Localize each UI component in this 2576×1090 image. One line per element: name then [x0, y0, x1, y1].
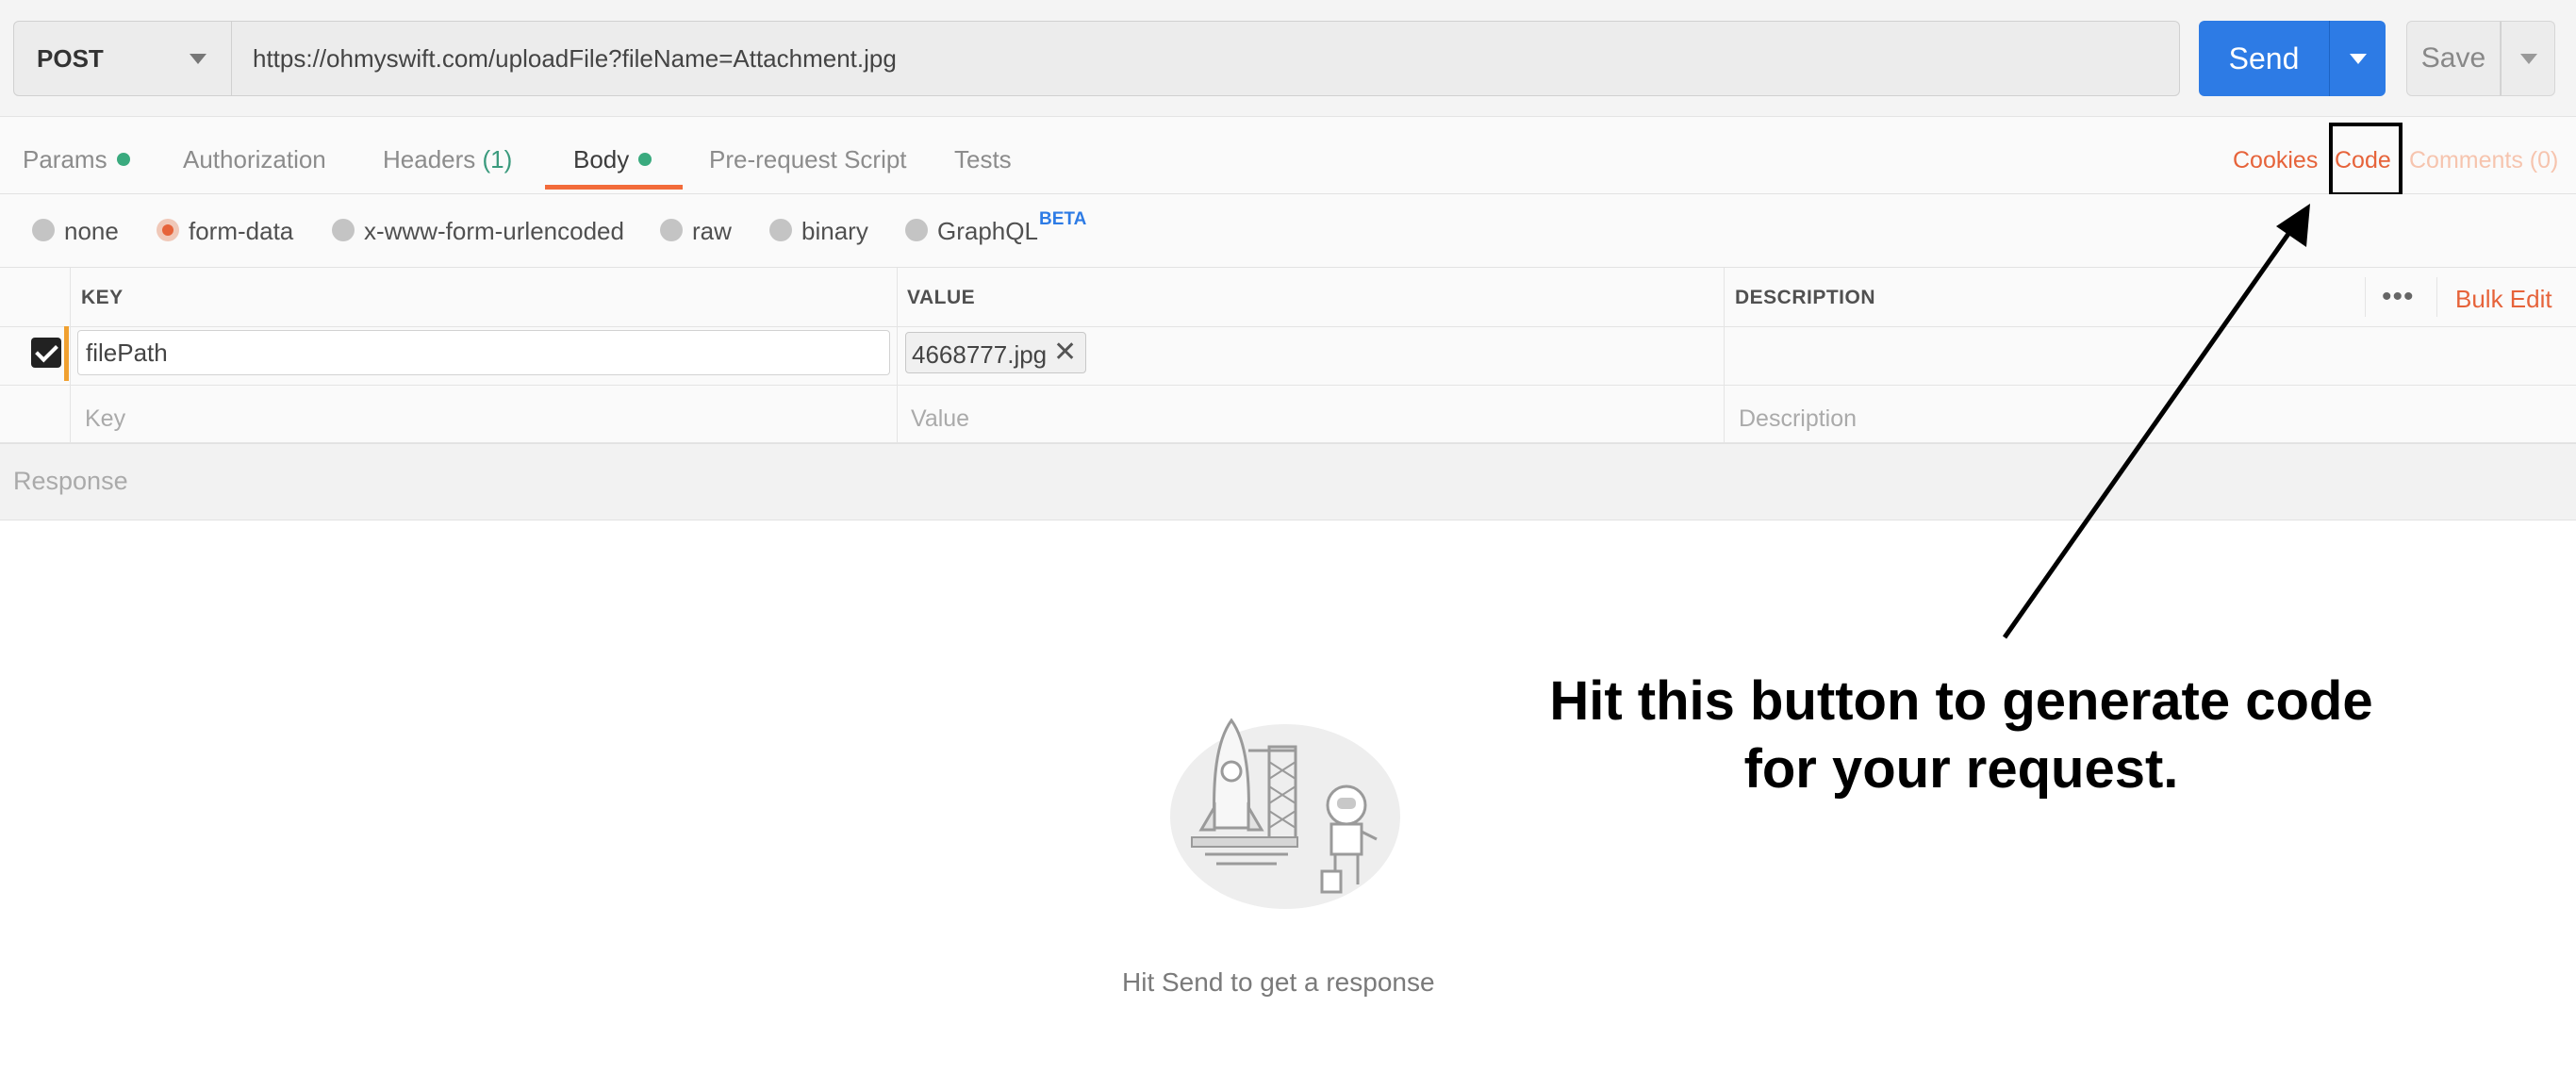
radio-binary[interactable]: [769, 219, 792, 241]
form-data-table: KEY VALUE DESCRIPTION ••• Bulk Edit file…: [0, 268, 2576, 443]
chevron-down-icon: [2350, 54, 2367, 64]
tab-body[interactable]: Body: [573, 145, 652, 174]
radio-x-www-form-urlencoded[interactable]: [332, 219, 355, 241]
chevron-down-icon: [2520, 54, 2537, 64]
tab-label: Authorization: [183, 145, 326, 173]
divider: [1724, 268, 1725, 443]
file-name: 4668777.jpg: [912, 340, 1048, 369]
send-button[interactable]: Send: [2199, 21, 2329, 96]
url-input[interactable]: https://ohmyswift.com/uploadFile?fileNam…: [232, 21, 2180, 96]
divider: [897, 268, 898, 443]
annotation-line-1: Hit this button to generate code: [1549, 670, 2373, 732]
rocket-launch-illustration: [1170, 718, 1400, 909]
chevron-down-icon: [190, 54, 206, 64]
tab-label: Headers: [383, 145, 476, 173]
radio-graphql[interactable]: [905, 219, 928, 241]
tab-tests[interactable]: Tests: [954, 145, 1012, 174]
status-dot-icon: [638, 153, 652, 167]
response-title: Response: [13, 467, 128, 495]
file-chip: 4668777.jpg ✕: [905, 332, 1086, 373]
option-label-raw: raw: [692, 217, 732, 245]
option-label-none: none: [64, 217, 119, 245]
beta-badge: BETA: [1039, 209, 1087, 229]
value-placeholder-input[interactable]: Value: [911, 405, 969, 433]
response-header: Response: [0, 443, 2576, 520]
row-enabled-checkbox[interactable]: [31, 338, 61, 368]
radio-none[interactable]: [32, 219, 55, 241]
column-header-description: DESCRIPTION: [1735, 287, 1876, 308]
method-label: POST: [37, 44, 104, 73]
key-input[interactable]: filePath: [77, 330, 890, 375]
divider: [0, 326, 2576, 327]
comments-link[interactable]: Comments (0): [2409, 147, 2558, 174]
tab-label: Tests: [954, 145, 1012, 173]
radio-raw[interactable]: [660, 219, 683, 241]
empty-response-message: Hit Send to get a response: [1122, 967, 1435, 997]
divider: [2436, 277, 2437, 317]
divider: [0, 385, 2576, 386]
request-tabs: Params Authorization Headers (1) Body Pr…: [0, 117, 2576, 194]
tab-pre-request-script[interactable]: Pre-request Script: [709, 145, 907, 174]
method-select[interactable]: POST: [13, 21, 232, 96]
tab-label: Body: [573, 145, 630, 173]
option-label-binary: binary: [801, 217, 868, 245]
divider: [70, 268, 71, 443]
tab-label: Params: [23, 145, 107, 173]
annotation-text: Hit this button to generate code for you…: [1433, 668, 2489, 803]
description-placeholder-input[interactable]: Description: [1739, 405, 1857, 433]
key-placeholder-input[interactable]: Key: [85, 405, 125, 433]
headers-count: (1): [482, 145, 513, 173]
tab-params[interactable]: Params: [23, 145, 130, 174]
column-header-key: KEY: [81, 287, 124, 308]
body-type-options: none form-data x-www-form-urlencoded raw…: [0, 194, 2576, 268]
row-indicator: [64, 326, 69, 381]
close-icon[interactable]: ✕: [1053, 336, 1077, 369]
status-dot-icon: [116, 153, 130, 167]
active-tab-indicator: [545, 185, 683, 190]
option-label-graphql: GraphQL: [937, 217, 1038, 245]
save-button[interactable]: Save: [2406, 21, 2501, 96]
tab-label: Pre-request Script: [709, 145, 907, 173]
code-highlight-box: [2329, 123, 2403, 196]
send-options-button[interactable]: [2329, 21, 2386, 96]
more-options-icon[interactable]: •••: [2382, 281, 2415, 313]
option-label-urlencoded: x-www-form-urlencoded: [364, 217, 624, 245]
tab-authorization[interactable]: Authorization: [183, 145, 326, 174]
tab-headers[interactable]: Headers (1): [383, 145, 512, 174]
cookies-link[interactable]: Cookies: [2233, 147, 2318, 174]
save-options-button[interactable]: [2501, 21, 2555, 96]
column-header-value: VALUE: [907, 287, 976, 308]
annotation-line-2: for your request.: [1743, 738, 2179, 800]
bulk-edit-link[interactable]: Bulk Edit: [2455, 285, 2552, 314]
divider: [2365, 277, 2366, 317]
radio-form-data[interactable]: [157, 219, 179, 241]
request-bar: POST https://ohmyswift.com/uploadFile?fi…: [0, 0, 2576, 117]
option-label-form-data: form-data: [189, 217, 294, 245]
